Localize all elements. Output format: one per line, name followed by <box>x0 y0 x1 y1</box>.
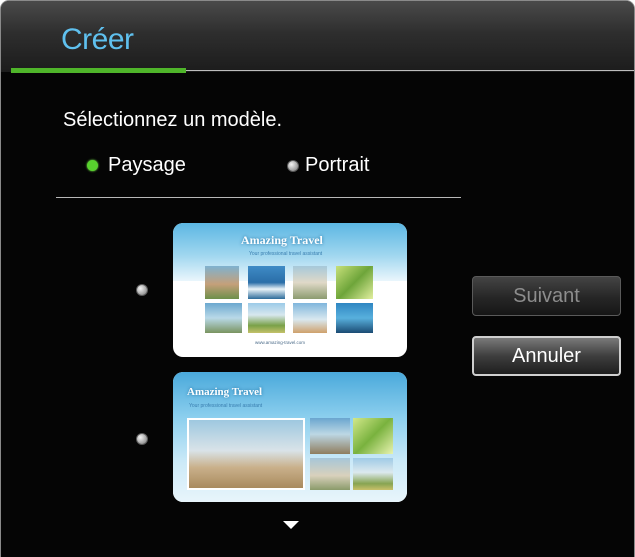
title-bar: Créer <box>1 1 634 72</box>
photo-thumb <box>248 303 285 333</box>
dialog-title: Créer <box>61 23 134 56</box>
template-2-title: Amazing Travel <box>187 386 263 398</box>
template-prompt: Sélectionnez un modèle. <box>63 109 283 131</box>
orientation-portrait-option[interactable]: Portrait <box>287 154 369 177</box>
template-1-thumbnail[interactable]: Amazing Travel Your professional travel … <box>173 223 407 357</box>
photo-thumb <box>336 303 373 333</box>
template-2-subtitle: Your professional travel assistant <box>189 403 263 409</box>
next-button[interactable]: Suivant <box>472 276 621 316</box>
template-2-radio[interactable] <box>136 433 148 445</box>
orientation-portrait-label: Portrait <box>305 154 370 176</box>
template-2-thumbnail[interactable]: Amazing Travel Your professional travel … <box>173 372 407 502</box>
photo-thumb <box>336 266 373 299</box>
title-divider <box>186 70 634 71</box>
photo-thumb <box>205 303 242 333</box>
photo-large <box>187 418 305 490</box>
photo-thumb <box>205 266 239 299</box>
orientation-landscape-option[interactable]: Paysage <box>87 154 186 177</box>
template-1-radio[interactable] <box>136 284 148 296</box>
photo-thumb <box>293 266 327 299</box>
template-1-subtitle: Your professional travel assistant <box>249 251 323 257</box>
photo-thumb <box>353 418 393 454</box>
radio-unselected-icon <box>287 159 299 172</box>
cancel-button[interactable]: Annuler <box>472 336 621 376</box>
template-1-footer: www.amazing-travel.com <box>255 340 306 345</box>
title-accent-bar <box>11 68 186 73</box>
radio-selected-icon <box>87 160 98 171</box>
create-dialog: Créer Sélectionnez un modèle. Paysage Po… <box>0 0 635 557</box>
scroll-down-arrow-icon[interactable] <box>283 521 299 529</box>
photo-thumb <box>310 418 350 454</box>
photo-thumb <box>248 266 285 299</box>
template-1-title: Amazing Travel <box>241 233 323 247</box>
section-divider <box>56 197 461 198</box>
photo-thumb <box>353 458 393 490</box>
orientation-landscape-label: Paysage <box>108 154 186 176</box>
photo-thumb <box>310 458 350 490</box>
photo-thumb <box>293 303 327 333</box>
